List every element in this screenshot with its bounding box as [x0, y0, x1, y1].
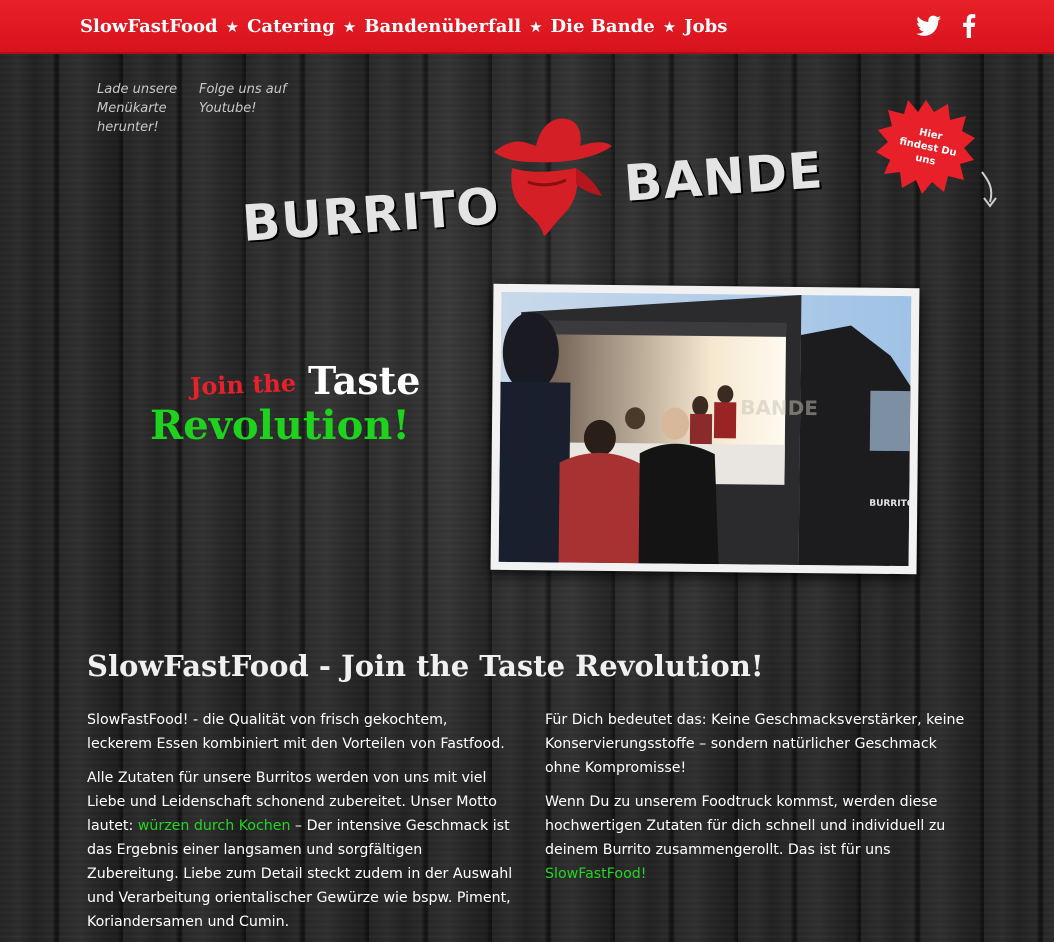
logo-word-bande: BANDE [622, 141, 826, 213]
bandana-hat-logo-icon [494, 118, 612, 236]
content-column-left: SlowFastFood! - die Qualität von frisch … [87, 708, 513, 942]
food-truck-photo: BURRITO BANDE [498, 291, 911, 567]
top-navigation: SlowFastFood ★ Catering ★ Bandenüberfall… [0, 0, 1054, 54]
nav-item-bandenueberfall[interactable]: Bandenüberfall [364, 15, 521, 39]
content-column-right: Für Dich bedeutet das: Keine Geschmacksv… [545, 708, 971, 896]
nav-item-die-bande[interactable]: Die Bande [551, 15, 655, 39]
logo-word-burrito: BURRITO [240, 177, 502, 253]
social-links [916, 14, 976, 42]
burrito-bande-logo[interactable]: BURRITO BANDE [236, 100, 826, 253]
menu-download-link[interactable]: Lade unsere Menükarte herunter! [97, 80, 187, 137]
twitter-icon[interactable] [916, 15, 942, 41]
paragraph-text: Wenn Du zu unserem Foodtruck kommst, wer… [545, 794, 946, 858]
paragraph: Alle Zutaten für unsere Burritos werden … [87, 766, 513, 934]
truck-lettering: BURRITO [869, 499, 911, 509]
star-separator-icon: ★ [662, 18, 677, 36]
nav-item-slowfastfood[interactable]: SlowFastFood [80, 15, 218, 39]
nav-list: SlowFastFood ★ Catering ★ Bandenüberfall… [80, 15, 727, 39]
curved-arrow-down-icon [981, 171, 997, 208]
star-separator-icon: ★ [342, 18, 357, 36]
paragraph: Wenn Du zu unserem Foodtruck kommst, wer… [545, 790, 971, 886]
slogan-join-the: Join the [189, 368, 297, 401]
nav-item-jobs[interactable]: Jobs [684, 15, 727, 39]
star-separator-icon: ★ [529, 18, 543, 36]
content-title: SlowFastFood - Join the Taste Revolution… [87, 649, 764, 683]
main-content: SlowFastFood - Join the Taste Revolution… [87, 646, 987, 930]
facebook-icon[interactable] [962, 14, 976, 42]
slogan-taste: Taste [308, 358, 421, 403]
window-lettering: BANDE [740, 395, 818, 420]
food-truck-photo-frame: BURRITO BANDE [490, 283, 920, 575]
slogan-revolution: Revolution! [150, 402, 410, 449]
nav-item-catering[interactable]: Catering [247, 15, 335, 39]
link-wuerzen-durch-kochen[interactable]: würzen durch Kochen [138, 818, 291, 834]
paragraph: Für Dich bedeutet das: Keine Geschmacksv… [545, 712, 965, 776]
paragraph: SlowFastFood! - die Qualität von frisch … [87, 712, 505, 752]
location-starburst-badge[interactable]: Hier findest Du uns [876, 98, 976, 194]
star-separator-icon: ★ [225, 18, 240, 36]
link-slowfastfood[interactable]: SlowFastFood! [545, 866, 646, 882]
paragraph-text: – Der intensive Geschmack ist das Ergebn… [87, 818, 513, 930]
